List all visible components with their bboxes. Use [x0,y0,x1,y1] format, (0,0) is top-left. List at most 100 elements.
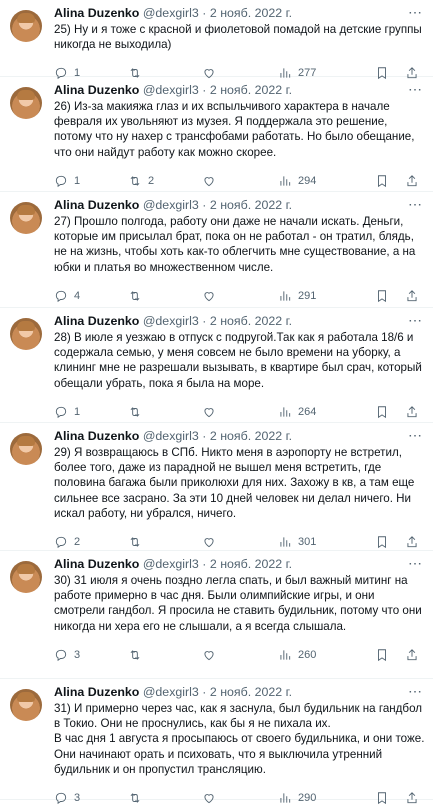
avatar[interactable] [10,433,42,465]
more-icon[interactable]: ⋯ [408,555,423,572]
reply-icon [55,175,67,187]
secondary-actions [375,535,419,549]
author-handle[interactable]: @dexgirl3 [143,6,199,20]
more-icon[interactable]: ⋯ [408,4,423,21]
author-handle[interactable]: @dexgirl3 [143,429,199,443]
avatar[interactable] [10,689,42,721]
author-name[interactable]: Alina Duzenko [54,685,139,699]
author-handle[interactable]: @dexgirl3 [143,314,199,328]
retweet-icon [130,407,140,417]
tweet-date[interactable]: 2 нояб. 2022 г. [210,83,292,97]
reply-button[interactable]: 2 [54,535,128,549]
views-button[interactable]: 264 [278,405,358,419]
tweet[interactable]: Alina Duzenko @dexgirl3 · 2 нояб. 2022 г… [0,551,433,679]
more-icon[interactable]: ⋯ [408,683,423,700]
like-icon [204,538,214,548]
views-count: 291 [298,289,317,302]
retweet-icon [130,650,140,660]
tweet-date[interactable]: 2 нояб. 2022 г. [210,198,292,212]
bookmark-icon[interactable] [375,535,389,549]
retweet-button[interactable] [128,648,202,662]
bookmark-icon[interactable] [375,405,389,419]
tweet-actions: 3 290 [54,785,425,811]
more-icon[interactable]: ⋯ [408,427,423,444]
tweet-date[interactable]: 2 нояб. 2022 г. [210,429,292,443]
author-name[interactable]: Alina Duzenko [54,314,139,328]
tweet-actions: 1 2 294 [54,168,425,194]
share-icon[interactable] [405,535,419,549]
retweet-count: 2 [148,174,155,187]
views-icon [280,650,291,660]
reply-button[interactable]: 1 [54,174,128,188]
reply-icon [55,406,67,418]
like-button[interactable] [202,535,278,549]
share-icon[interactable] [405,648,419,662]
more-icon[interactable]: ⋯ [408,81,423,98]
bookmark-icon[interactable] [375,289,389,303]
author-name[interactable]: Alina Duzenko [54,6,139,20]
views-button[interactable]: 260 [278,648,358,662]
share-icon[interactable] [405,791,419,805]
tweet-date[interactable]: 2 нояб. 2022 г. [210,6,292,20]
tweet[interactable]: Alina Duzenko @dexgirl3 · 2 нояб. 2022 г… [0,0,433,80]
like-button[interactable] [202,405,278,419]
tweet-date[interactable]: 2 нояб. 2022 г. [210,685,292,699]
separator: · [202,557,207,571]
retweet-button[interactable] [128,405,202,419]
author-handle[interactable]: @dexgirl3 [143,198,199,212]
share-icon[interactable] [405,174,419,188]
tweet[interactable]: Alina Duzenko @dexgirl3 · 2 нояб. 2022 г… [0,679,433,805]
retweet-button[interactable]: 2 [128,174,202,188]
reply-button[interactable]: 4 [54,289,128,303]
retweet-button[interactable] [128,535,202,549]
author-handle[interactable]: @dexgirl3 [143,685,199,699]
author-name[interactable]: Alina Duzenko [54,198,139,212]
views-button[interactable]: 290 [278,791,358,805]
author-name[interactable]: Alina Duzenko [54,557,139,571]
more-icon[interactable]: ⋯ [408,312,423,329]
like-button[interactable] [202,791,278,805]
like-icon [204,650,214,661]
avatar[interactable] [10,10,42,42]
like-button[interactable] [202,174,278,188]
reply-button[interactable]: 3 [54,791,128,805]
like-button[interactable] [202,648,278,662]
separator: · [202,198,207,212]
tweet[interactable]: Alina Duzenko @dexgirl3 · 2 нояб. 2022 г… [0,77,433,192]
avatar[interactable] [10,561,42,593]
like-icon [204,176,214,187]
like-icon [204,291,214,302]
views-count: 294 [298,174,317,187]
avatar[interactable] [10,318,42,350]
tweet-date[interactable]: 2 нояб. 2022 г. [210,557,292,571]
author-name[interactable]: Alina Duzenko [54,429,139,443]
avatar[interactable] [10,87,42,119]
tweet[interactable]: Alina Duzenko @dexgirl3 · 2 нояб. 2022 г… [0,423,433,551]
reply-count: 3 [74,792,81,805]
author-name[interactable]: Alina Duzenko [54,83,139,97]
views-button[interactable]: 301 [278,535,358,549]
more-icon[interactable]: ⋯ [408,196,423,213]
bookmark-icon[interactable] [375,791,389,805]
share-icon[interactable] [405,289,419,303]
avatar[interactable] [10,202,42,234]
bookmark-icon[interactable] [375,174,389,188]
reply-button[interactable]: 3 [54,648,128,662]
retweet-button[interactable] [128,791,202,805]
retweet-button[interactable] [128,289,202,303]
tweet-date[interactable]: 2 нояб. 2022 г. [210,314,292,328]
reply-count: 3 [74,648,81,661]
tweet-header: Alina Duzenko @dexgirl3 · 2 нояб. 2022 г… [54,314,425,329]
tweet[interactable]: Alina Duzenko @dexgirl3 · 2 нояб. 2022 г… [0,308,433,423]
reply-button[interactable]: 1 [54,405,128,419]
author-handle[interactable]: @dexgirl3 [143,557,199,571]
views-button[interactable]: 291 [278,289,358,303]
like-button[interactable] [202,289,278,303]
author-handle[interactable]: @dexgirl3 [143,83,199,97]
views-button[interactable]: 294 [278,174,358,188]
separator: · [202,6,207,20]
bookmark-icon[interactable] [375,648,389,662]
share-icon[interactable] [405,405,419,419]
tweet[interactable]: Alina Duzenko @dexgirl3 · 2 нояб. 2022 г… [0,192,433,308]
tweet-text: 25) Ну и я тоже с красной и фиолетовой п… [54,23,422,52]
